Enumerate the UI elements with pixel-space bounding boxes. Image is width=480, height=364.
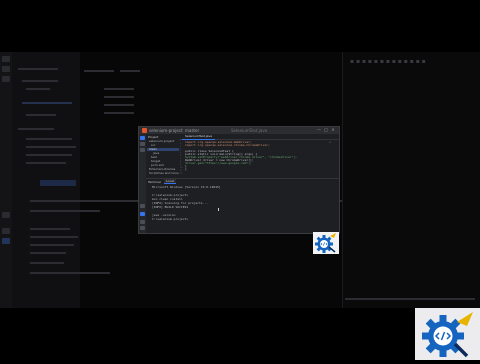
code-line: } (185, 167, 187, 171)
title-bar: selenium-project master SeleniumTest.jav… (139, 127, 339, 134)
gear-code-icon (422, 312, 473, 358)
window-title-file: SeleniumTest.java (231, 128, 268, 133)
line-gutter: 1 2 3 4 5 6 7 8 9 10 11 12 (179, 140, 184, 178)
close-icon[interactable]: ✕ (331, 128, 335, 132)
project-name[interactable]: selenium-project (149, 128, 183, 133)
folder-icon (2, 56, 10, 62)
minimize-icon[interactable]: — (317, 128, 321, 132)
line-number: 7 (180, 158, 182, 160)
terminal-line: [INFO] BUILD SUCCESS (152, 205, 189, 209)
code-line: driver.get("https://www.google.com"); (185, 161, 252, 165)
terminal-cursor (218, 208, 219, 211)
line-number: 11 (180, 170, 183, 172)
project-panel: Project selenium-project src main java t… (146, 134, 185, 178)
run-tool-icon[interactable] (140, 204, 145, 208)
terminal-line: C:\selenium-project> (152, 217, 189, 221)
project-tool-icon[interactable] (140, 136, 145, 140)
commit-tool-icon[interactable] (140, 142, 145, 146)
tree-item-selected[interactable]: main (147, 148, 179, 151)
background-run-tab (40, 180, 76, 186)
line-number: 3 (180, 146, 182, 148)
line-number: 8 (180, 161, 182, 163)
maximize-icon[interactable]: □ (324, 128, 328, 132)
background-toolbar (0, 52, 12, 308)
run-icon (2, 212, 10, 218)
line-number: 5 (180, 152, 182, 154)
git-tool-icon[interactable] (140, 226, 145, 230)
terminal-tab[interactable]: Local (164, 179, 176, 184)
problems-icon (2, 238, 10, 244)
line-number: 9 (180, 164, 182, 166)
app-logo-icon (142, 128, 147, 133)
gear-code-icon (315, 233, 336, 253)
background-right-panel (342, 52, 480, 308)
line-number: 2 (180, 143, 182, 145)
terminal-title: Terminal (148, 180, 161, 184)
structure-icon (2, 76, 10, 82)
no-problems-icon: ✓ (329, 140, 332, 144)
terminal-tool-icon[interactable] (140, 212, 145, 216)
structure-tool-icon[interactable] (140, 148, 145, 152)
gear-code-badge-small (313, 232, 339, 254)
line-number: 10 (180, 167, 183, 169)
problems-tool-icon[interactable] (140, 220, 145, 224)
line-number: 12 (180, 173, 183, 175)
code-line: import org.openqa.selenium.chrome.Chrome… (185, 143, 270, 147)
code-editor[interactable]: SeleniumTest.java ✓ 1 2 3 4 5 6 7 8 9 10… (179, 134, 339, 178)
terminal-panel[interactable]: Terminal Local Microsoft Windows [Versio… (146, 178, 339, 233)
gear-code-badge-large (415, 308, 480, 360)
line-number: 1 (180, 140, 182, 142)
branch-name[interactable]: master (185, 128, 199, 133)
background-toolbar-icons: ▪ ▪ ▪ ▪ ▪ ▪ ▪ ▪ ▪ ▪ ▪ ▪ ▪ (350, 58, 426, 65)
commit-icon (2, 66, 10, 72)
ide-window: selenium-project master SeleniumTest.jav… (138, 126, 340, 234)
terminal-icon (2, 228, 10, 234)
line-number: 4 (180, 149, 182, 151)
terminal-line: Microsoft Windows [Version 10.0.19045] (152, 185, 221, 189)
line-number: 6 (180, 155, 182, 157)
